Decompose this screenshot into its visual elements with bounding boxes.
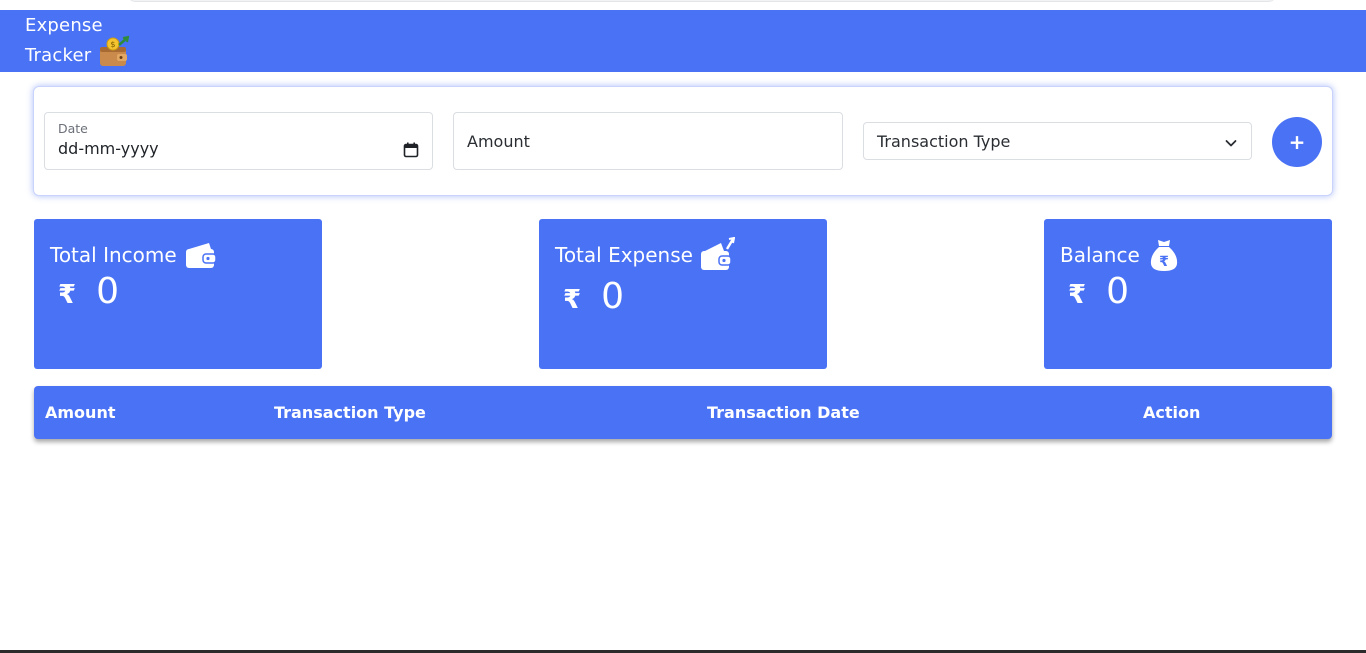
total-income-value-row: ₹ 0 <box>58 271 119 312</box>
balance-title-row: Balance ₹ <box>1060 237 1182 273</box>
total-income-title-row: Total Income <box>50 237 219 273</box>
total-expense-title: Total Expense <box>555 243 693 267</box>
wallet-money-icon: $ <box>100 35 130 66</box>
column-header-amount: Amount <box>45 403 116 422</box>
column-header-action: Action <box>1143 403 1201 422</box>
brand-title-row: Tracker $ <box>25 35 131 71</box>
date-label: Date <box>58 121 88 136</box>
date-field[interactable]: Date dd-mm-yyyy <box>44 112 433 170</box>
currency-symbol: ₹ <box>563 285 582 315</box>
chevron-down-icon <box>1225 140 1237 147</box>
brand-title-line2: Tracker <box>25 45 92 66</box>
total-income-title: Total Income <box>50 243 177 267</box>
currency-symbol: ₹ <box>1068 280 1087 310</box>
calendar-icon[interactable] <box>403 142 419 158</box>
column-header-transaction-date: Transaction Date <box>707 403 860 422</box>
balance-card: Balance ₹ ₹ 0 <box>1044 219 1332 369</box>
money-bag-icon: ₹ <box>1150 240 1177 271</box>
balance-title: Balance <box>1060 243 1140 267</box>
column-header-transaction-type: Transaction Type <box>274 403 426 422</box>
wallet-out-icon <box>700 237 735 270</box>
svg-text:₹: ₹ <box>1159 254 1169 270</box>
total-expense-value: 0 <box>601 276 624 317</box>
total-income-card: Total Income ₹ 0 <box>34 219 322 369</box>
transactions-table-header: Amount Transaction Type Transaction Date… <box>34 386 1332 439</box>
total-income-value: 0 <box>96 271 119 312</box>
transaction-type-select[interactable]: Transaction Type <box>863 122 1252 160</box>
amount-field[interactable] <box>453 112 843 170</box>
add-transaction-button[interactable]: + <box>1272 117 1322 167</box>
transaction-type-value: Transaction Type <box>877 132 1011 151</box>
wallet-icon <box>185 243 217 268</box>
total-expense-value-row: ₹ 0 <box>563 276 624 317</box>
svg-text:$: $ <box>111 40 116 49</box>
balance-value-row: ₹ 0 <box>1068 271 1129 312</box>
navbar: Expense Tracker $ <box>0 10 1366 72</box>
amount-input[interactable] <box>454 113 842 169</box>
balance-value: 0 <box>1106 271 1129 312</box>
brand[interactable]: Expense Tracker $ <box>25 11 131 71</box>
transaction-form: Date dd-mm-yyyy Transaction Type + <box>33 86 1333 196</box>
total-expense-card: Total Expense ₹ 0 <box>539 219 827 369</box>
currency-symbol: ₹ <box>58 280 77 310</box>
browser-top-strip <box>0 0 1366 10</box>
total-expense-title-row: Total Expense <box>555 237 735 273</box>
date-value: dd-mm-yyyy <box>58 139 159 158</box>
browser-bar-edge <box>126 0 1278 2</box>
